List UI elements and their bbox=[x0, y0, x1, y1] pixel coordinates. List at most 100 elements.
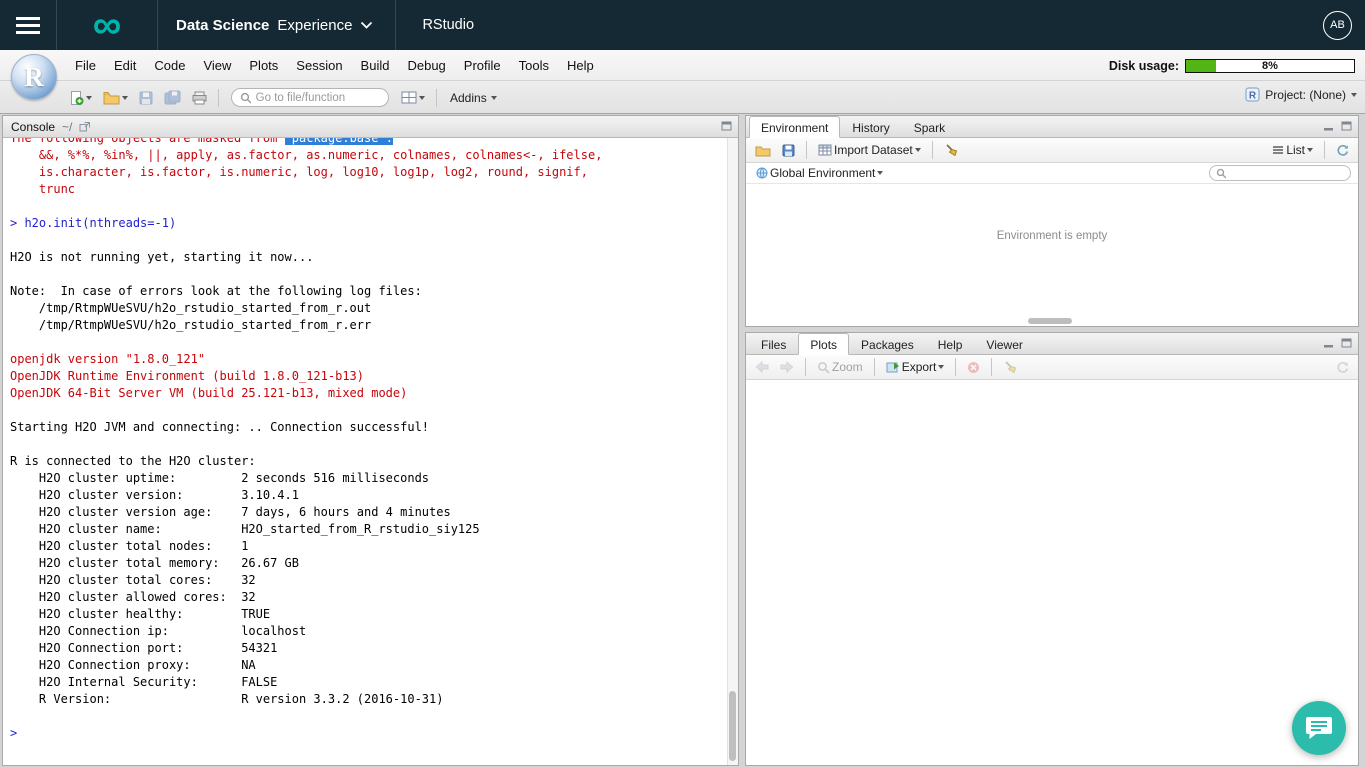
plots-toolbar: Zoom Export bbox=[746, 355, 1358, 380]
menu-view[interactable]: View bbox=[194, 58, 240, 73]
maximize-pane-icon[interactable] bbox=[1341, 338, 1352, 348]
tab-spark[interactable]: Spark bbox=[902, 116, 957, 137]
refresh-icon bbox=[1336, 144, 1349, 157]
console-line: H2O is not running yet, starting it now.… bbox=[10, 249, 725, 266]
menu-plots[interactable]: Plots bbox=[240, 58, 287, 73]
environment-hscrollbar-thumb[interactable] bbox=[1028, 318, 1072, 324]
console-line: /tmp/RtmpWUeSVU/h2o_rstudio_started_from… bbox=[10, 300, 725, 317]
load-workspace-button[interactable] bbox=[752, 141, 774, 160]
dsx-infinity-logo-icon[interactable]: ∞ bbox=[57, 3, 157, 47]
menu-file[interactable]: File bbox=[66, 58, 105, 73]
disk-usage: Disk usage: 8% bbox=[1109, 59, 1355, 73]
chat-launcher-button[interactable] bbox=[1292, 701, 1346, 755]
project-selector[interactable]: R Project: (None) bbox=[1245, 87, 1357, 102]
dataset-table-icon bbox=[818, 144, 832, 156]
clear-plots-button[interactable] bbox=[1000, 357, 1020, 377]
tab-viewer[interactable]: Viewer bbox=[974, 333, 1034, 354]
new-file-icon bbox=[69, 90, 84, 106]
main-toolbar: Addins R Project: (None) bbox=[0, 81, 1365, 114]
console-line: OpenJDK Runtime Environment (build 1.8.0… bbox=[10, 368, 725, 385]
console-line: &&, %*%, %in%, ||, apply, as.factor, as.… bbox=[10, 147, 725, 164]
menu-tools[interactable]: Tools bbox=[510, 58, 558, 73]
hamburger-menu-icon[interactable] bbox=[0, 0, 56, 50]
new-file-button[interactable] bbox=[66, 87, 95, 109]
list-icon bbox=[1272, 145, 1284, 155]
print-button[interactable] bbox=[189, 88, 210, 108]
svg-text:R: R bbox=[1249, 91, 1257, 102]
console-line: openjdk version "1.8.0_121" bbox=[10, 351, 725, 368]
print-icon bbox=[192, 91, 207, 105]
open-file-button[interactable] bbox=[100, 88, 131, 108]
plot-back-button[interactable] bbox=[752, 358, 772, 376]
tab-files[interactable]: Files bbox=[749, 333, 798, 354]
environment-search-input[interactable] bbox=[1230, 167, 1344, 179]
console-line: H2O cluster name: H2O_started_from_R_rst… bbox=[10, 521, 725, 538]
refresh-icon bbox=[1336, 361, 1349, 374]
maximize-pane-icon[interactable] bbox=[721, 121, 732, 131]
console-header: Console ~/ bbox=[3, 116, 738, 138]
console-line: H2O Internal Security: FALSE bbox=[10, 674, 725, 691]
menu-session[interactable]: Session bbox=[287, 58, 351, 73]
tab-plots[interactable]: Plots bbox=[798, 333, 849, 355]
plot-forward-button[interactable] bbox=[777, 358, 797, 376]
clear-workspace-button[interactable] bbox=[941, 140, 961, 160]
save-button[interactable] bbox=[136, 88, 156, 108]
console-line: Note: In case of errors look at the foll… bbox=[10, 283, 725, 300]
maximize-pane-icon[interactable] bbox=[1341, 121, 1352, 131]
list-view-label: List bbox=[1286, 143, 1305, 157]
list-view-button[interactable]: List bbox=[1269, 140, 1316, 160]
app-name: RStudio bbox=[396, 17, 500, 33]
save-icon bbox=[139, 91, 153, 105]
goto-file-search[interactable] bbox=[231, 88, 389, 107]
menu-profile[interactable]: Profile bbox=[455, 58, 510, 73]
disk-usage-bar: 8% bbox=[1185, 59, 1355, 73]
avatar[interactable]: AB bbox=[1323, 11, 1352, 40]
chat-bubble-icon bbox=[1305, 715, 1333, 741]
brand-name-regular: Experience bbox=[277, 17, 352, 34]
tab-help[interactable]: Help bbox=[926, 333, 975, 354]
menu-code[interactable]: Code bbox=[145, 58, 194, 73]
zoom-plot-button[interactable]: Zoom bbox=[814, 357, 866, 377]
remove-plot-button[interactable] bbox=[964, 358, 983, 377]
addins-button[interactable]: Addins bbox=[445, 88, 500, 108]
environment-scope-selector[interactable]: Global Environment bbox=[753, 163, 886, 183]
environment-toolbar: Import Dataset List bbox=[746, 138, 1358, 163]
menu-edit[interactable]: Edit bbox=[105, 58, 145, 73]
save-workspace-button[interactable] bbox=[779, 141, 798, 160]
menu-debug[interactable]: Debug bbox=[398, 58, 454, 73]
environment-pane: Environment History Spark Import Dataset bbox=[745, 115, 1359, 327]
save-all-button[interactable] bbox=[161, 87, 184, 108]
console-line: R is connected to the H2O cluster: bbox=[10, 453, 725, 470]
goto-file-input[interactable] bbox=[256, 92, 380, 104]
broom-icon bbox=[1003, 360, 1017, 374]
menu-build[interactable]: Build bbox=[352, 58, 399, 73]
minimize-pane-icon[interactable] bbox=[1323, 121, 1334, 131]
r-project-icon: R bbox=[1245, 87, 1260, 102]
console-pane: Console ~/ The following objects are mas… bbox=[2, 115, 739, 766]
console-line bbox=[10, 232, 725, 249]
console-body[interactable]: The following objects are masked from 'p… bbox=[3, 138, 727, 765]
tab-history[interactable]: History bbox=[840, 116, 901, 137]
refresh-environment-button[interactable] bbox=[1333, 141, 1352, 160]
popout-icon[interactable] bbox=[79, 121, 91, 132]
product-switcher[interactable]: Data Science Experience bbox=[158, 0, 395, 50]
minimize-pane-icon[interactable] bbox=[1323, 338, 1334, 348]
import-dataset-button[interactable]: Import Dataset bbox=[815, 140, 924, 160]
console-line: H2O cluster uptime: 2 seconds 516 millis… bbox=[10, 470, 725, 487]
pane-layout-button[interactable] bbox=[398, 88, 428, 107]
rstudio-dsx-screen: ∞ Data Science Experience RStudio AB R F… bbox=[0, 0, 1365, 768]
arrow-right-icon bbox=[780, 361, 794, 373]
search-icon bbox=[240, 92, 251, 104]
console-scrollbar[interactable] bbox=[727, 138, 738, 765]
tab-packages[interactable]: Packages bbox=[849, 333, 926, 354]
export-plot-button[interactable]: Export bbox=[883, 357, 948, 377]
environment-tabbar: Environment History Spark bbox=[746, 116, 1358, 138]
environment-search[interactable] bbox=[1209, 165, 1351, 181]
refresh-plots-button[interactable] bbox=[1333, 358, 1352, 377]
console-scrollbar-thumb[interactable] bbox=[729, 691, 736, 761]
zoom-label: Zoom bbox=[832, 360, 863, 374]
console-title: Console bbox=[11, 120, 55, 134]
menu-help[interactable]: Help bbox=[558, 58, 603, 73]
tab-environment[interactable]: Environment bbox=[749, 116, 840, 138]
plots-tabbar: Files Plots Packages Help Viewer bbox=[746, 333, 1358, 355]
